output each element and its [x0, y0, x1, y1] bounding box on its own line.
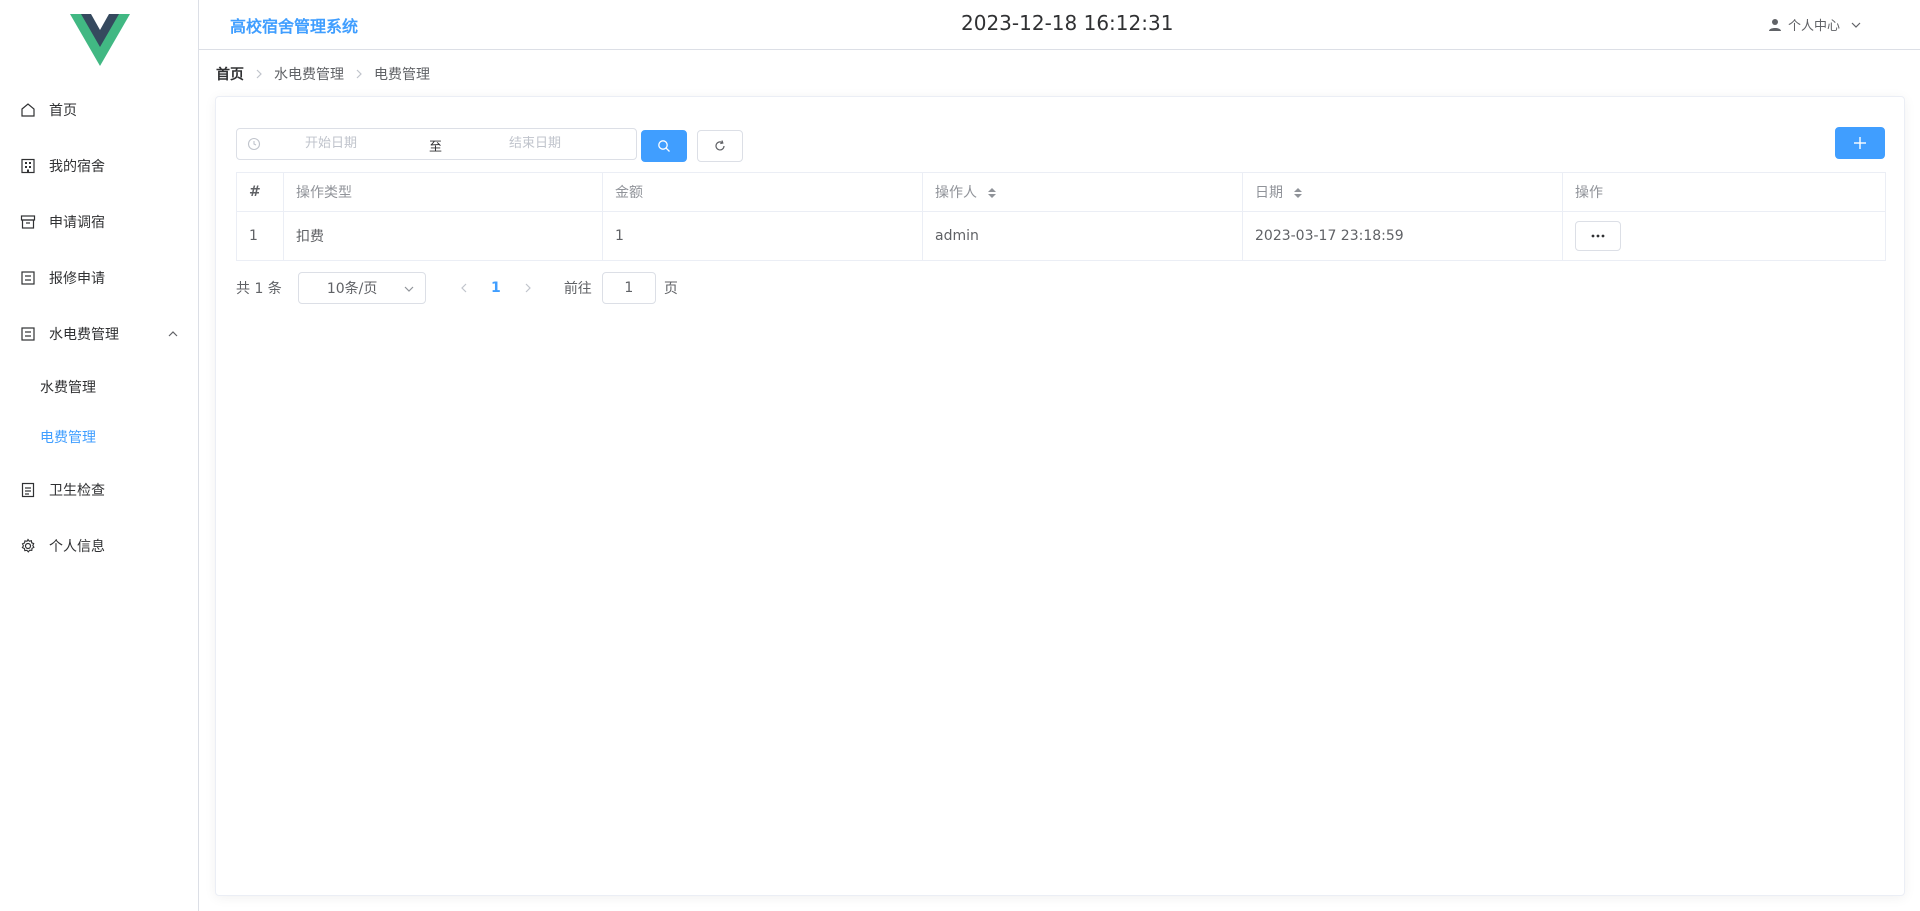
tickets-icon: [21, 271, 35, 285]
app-title: 高校宿舍管理系统: [230, 17, 359, 36]
tickets-icon: [21, 327, 35, 341]
sidebar-item-utility[interactable]: 水电费管理: [0, 314, 199, 354]
sort-icon[interactable]: [987, 187, 997, 199]
sidebar-item-home[interactable]: 首页: [0, 90, 199, 130]
pagination-total: 共 1 条: [236, 281, 282, 297]
sidebar-item-repair[interactable]: 报修申请: [0, 258, 199, 298]
user-icon: [1768, 18, 1781, 31]
top-header: 高校宿舍管理系统 2023-12-18 16:12:31 个人中心: [199, 0, 1920, 50]
submenu-item-label: 水费管理: [40, 380, 96, 396]
page-number[interactable]: 1: [480, 280, 512, 296]
sidebar-item-label: 首页: [49, 103, 77, 119]
pagination: 共 1 条 10条/页 1 前往 页: [236, 272, 678, 304]
sidebar: 首页 我的宿舍 申请调宿 报修申请 水电费管理 水费管理 电费管理 卫生检查 个…: [0, 0, 199, 911]
page-suffix: 页: [663, 281, 678, 297]
chevron-right-icon: [525, 283, 531, 293]
table-row: 1 扣费 1 admin 2023-03-17 23:18:59: [236, 211, 1886, 261]
sidebar-item-apply-transfer[interactable]: 申请调宿: [0, 202, 199, 242]
breadcrumb-electric: 电费管理: [374, 67, 430, 83]
reset-button[interactable]: [697, 130, 743, 162]
chevron-right-icon: [256, 69, 262, 79]
chevron-down-icon: [1851, 22, 1861, 28]
sidebar-item-hygiene[interactable]: 卫生检查: [0, 470, 199, 510]
start-date-input[interactable]: [305, 136, 425, 151]
breadcrumb-utility: 水电费管理: [274, 67, 344, 83]
plus-icon: [1854, 137, 1866, 149]
gear-icon: [21, 538, 35, 553]
sidebar-item-profile[interactable]: 个人信息: [0, 526, 199, 566]
main-card: 至 # 操作类型 金额 操作人 日期 操作: [215, 96, 1905, 896]
chevron-right-icon: [356, 69, 362, 79]
end-date-input[interactable]: [509, 136, 629, 151]
sidebar-item-label: 卫生检查: [49, 483, 105, 499]
cell-operator: admin: [922, 211, 1243, 261]
more-icon: [1591, 234, 1605, 238]
sidebar-item-label: 申请调宿: [49, 215, 105, 231]
sidebar-item-label: 水电费管理: [49, 327, 119, 343]
date-range-separator: 至: [429, 140, 443, 155]
chevron-left-icon: [460, 283, 467, 293]
sidebar-item-my-dorm[interactable]: 我的宿舍: [0, 146, 199, 186]
breadcrumb: 首页 水电费管理 电费管理: [216, 64, 430, 84]
building-icon: [21, 158, 35, 174]
goto-page-input[interactable]: [601, 272, 656, 304]
next-page-button[interactable]: [512, 283, 544, 293]
search-button[interactable]: [641, 130, 687, 162]
chevron-up-icon: [168, 331, 178, 337]
column-header-date-label: 日期: [1255, 185, 1283, 201]
column-header-amount: 金额: [602, 172, 923, 212]
refresh-icon: [715, 140, 725, 151]
home-icon: [21, 103, 35, 117]
chevron-down-icon: [404, 286, 414, 292]
page-size-select[interactable]: 10条/页: [297, 272, 426, 304]
column-header-index: #: [236, 172, 284, 212]
goto-label: 前往: [563, 281, 592, 297]
column-header-type: 操作类型: [283, 172, 603, 212]
table-header-row: # 操作类型 金额 操作人 日期 操作: [236, 172, 1886, 212]
submenu-item-electric[interactable]: 电费管理: [0, 417, 199, 457]
cell-actions: [1562, 211, 1886, 261]
sidebar-item-label: 个人信息: [49, 539, 105, 555]
fee-table: # 操作类型 金额 操作人 日期 操作 1 扣费 1 admin 2023-03…: [236, 172, 1886, 261]
column-header-operator[interactable]: 操作人: [922, 172, 1243, 212]
cell-amount: 1: [602, 211, 923, 261]
prev-page-button[interactable]: [448, 283, 480, 293]
clock-icon: [247, 137, 261, 151]
cell-date: 2023-03-17 23:18:59: [1242, 211, 1563, 261]
column-header-date[interactable]: 日期: [1242, 172, 1563, 212]
box-icon: [20, 215, 36, 229]
vue-logo-icon: [70, 14, 130, 66]
search-icon: [658, 140, 670, 152]
document-icon: [21, 482, 35, 498]
breadcrumb-home[interactable]: 首页: [216, 64, 244, 84]
sort-icon[interactable]: [1293, 187, 1303, 199]
clock-display: 2023-12-18 16:12:31: [961, 11, 1174, 35]
cell-index: 1: [236, 211, 284, 261]
user-center-dropdown[interactable]: 个人中心: [1768, 15, 1868, 34]
submenu-item-label: 电费管理: [40, 430, 96, 446]
more-actions-button[interactable]: [1575, 221, 1621, 251]
date-range-picker[interactable]: 至: [236, 128, 637, 160]
sidebar-item-label: 报修申请: [49, 271, 105, 287]
sidebar-item-label: 我的宿舍: [49, 159, 105, 175]
page-size-value: 10条/页: [326, 281, 378, 297]
user-center-label: 个人中心: [1787, 19, 1840, 34]
add-button[interactable]: [1835, 127, 1885, 159]
column-header-actions: 操作: [1562, 172, 1886, 212]
column-header-operator-label: 操作人: [935, 185, 977, 201]
submenu-item-water[interactable]: 水费管理: [0, 367, 199, 407]
cell-type: 扣费: [283, 211, 603, 261]
